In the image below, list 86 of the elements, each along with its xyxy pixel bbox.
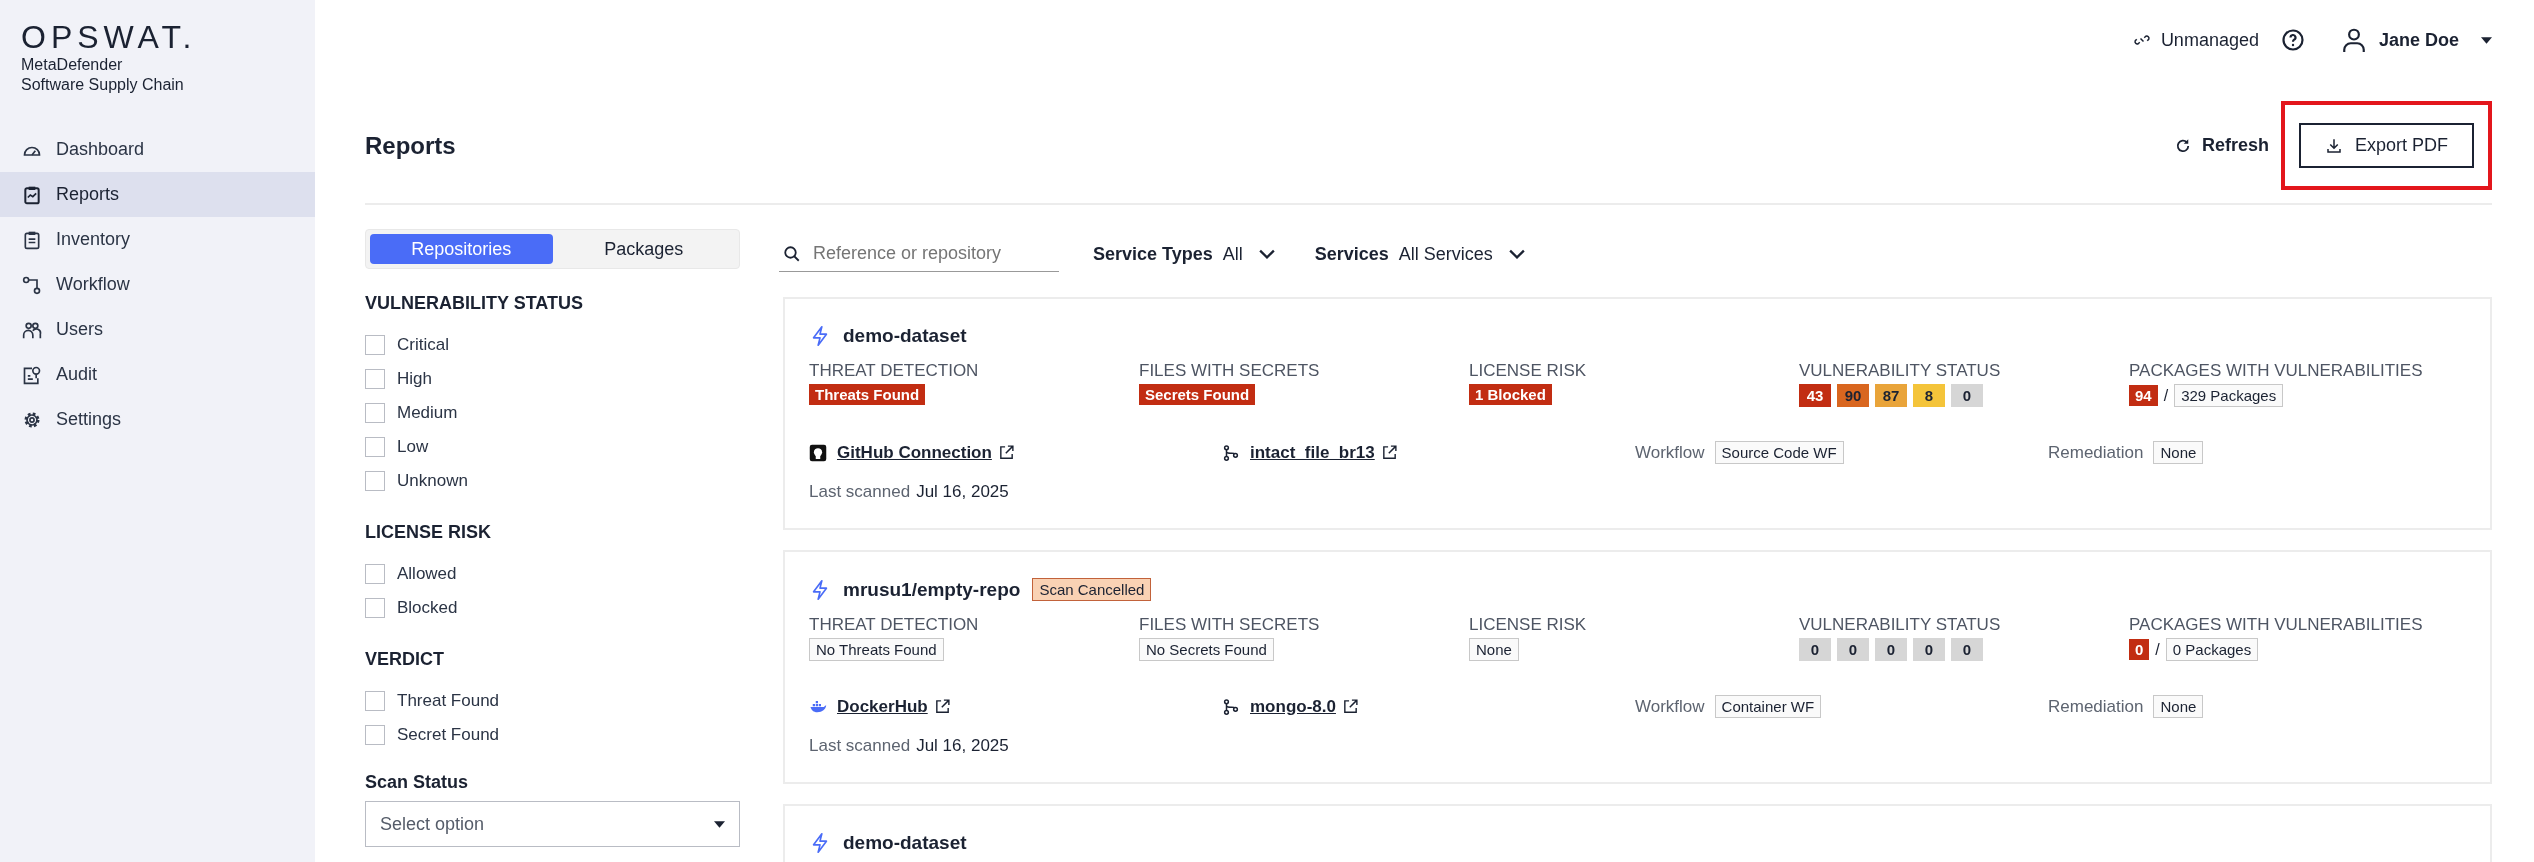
status-tag: 1 Blocked — [1469, 384, 1552, 405]
checkbox-label: High — [397, 369, 432, 389]
vulnerability-count: 0 — [1799, 638, 1831, 661]
vulnerability-count: 0 — [1837, 638, 1869, 661]
logo: OPSWAT. — [21, 20, 198, 56]
checkbox-label: Secret Found — [397, 725, 500, 745]
refresh-button[interactable]: Refresh — [2165, 135, 2277, 156]
vulnerability-count: 0 — [1951, 638, 1983, 661]
service-types-dropdown[interactable]: Service Types All — [1093, 243, 1285, 265]
status-tag: No Secrets Found — [1139, 638, 1274, 661]
sidebar-item[interactable]: Reports — [0, 172, 315, 218]
checkbox-label: Medium — [397, 403, 458, 423]
sidebar-item[interactable]: Dashboard — [0, 127, 315, 173]
repository-name: mrusu1/empty-repo — [843, 578, 1021, 601]
scan-status-select[interactable]: Select option — [365, 801, 740, 847]
source-link[interactable]: GitHub Connection — [837, 442, 992, 463]
field-label: FILES WITH SECRETS — [1139, 615, 1321, 635]
last-scanned-date: Jul 16, 2025 — [916, 482, 1009, 502]
filter-heading: VULNERABILITY STATUS — [365, 293, 584, 314]
sidebar-item[interactable]: Users — [0, 307, 315, 353]
repository-name: demo-dataset — [843, 832, 967, 854]
sidebar-item[interactable]: Settings — [0, 397, 315, 443]
status-tag: None — [1469, 638, 1519, 661]
vulnerability-count: 8 — [1913, 384, 1945, 407]
status-tag: Threats Found — [809, 384, 926, 405]
last-scanned-label: Last scanned — [809, 482, 911, 502]
last-scanned-label: Last scanned — [809, 736, 911, 756]
vulnerability-count: 43 — [1799, 384, 1831, 407]
checkbox-label: Low — [397, 437, 429, 457]
scan-status-tag: Scan Cancelled — [1032, 578, 1152, 601]
filter-heading: VERDICT — [365, 649, 445, 670]
remediation-label: Remediation — [2048, 696, 2144, 717]
separator: / — [2163, 386, 2169, 405]
checkbox-label: Threat Found — [397, 691, 500, 711]
field-label: PACKAGES WITH VULNERABILITIES — [2129, 615, 2424, 635]
field-label: THREAT DETECTION — [809, 361, 980, 381]
page-title: Reports — [365, 131, 456, 160]
separator: / — [2155, 640, 2160, 659]
last-scanned-date: Jul 16, 2025 — [916, 736, 1009, 756]
filter-heading: Scan Status — [365, 772, 470, 793]
checkbox-label: Unknown — [397, 471, 468, 491]
vulnerable-package-count: 0 — [2129, 639, 2150, 660]
source-link[interactable]: DockerHub — [837, 696, 928, 717]
remediation-tag: None — [2153, 695, 2204, 718]
vulnerability-count: 90 — [1837, 384, 1869, 407]
field-label: FILES WITH SECRETS — [1139, 361, 1321, 381]
checkbox-label: Allowed — [397, 564, 457, 584]
user-menu[interactable]: Jane Doe — [2340, 27, 2492, 53]
vulnerability-count: 87 — [1875, 384, 1907, 407]
product-name: MetaDefender — [21, 55, 124, 76]
workflow-label: Workflow — [1635, 442, 1705, 463]
sidebar-item[interactable]: Workflow — [0, 262, 315, 308]
unmanaged-link[interactable]: Unmanaged — [2132, 29, 2259, 51]
sidebar-item[interactable]: Inventory — [0, 217, 315, 263]
remediation-tag: None — [2153, 441, 2204, 464]
vulnerability-count: 0 — [1913, 638, 1945, 661]
field-label: THREAT DETECTION — [809, 615, 980, 635]
search-field[interactable]: Reference or repository — [779, 236, 1059, 272]
remediation-label: Remediation — [2048, 442, 2144, 463]
vulnerability-count: 0 — [1875, 638, 1907, 661]
view-tab[interactable]: Repositories — [370, 234, 553, 264]
status-tag: Secrets Found — [1139, 384, 1256, 405]
export-pdf-button[interactable]: Export PDF — [2298, 123, 2474, 168]
workflow-tag: Source Code WF — [1714, 441, 1844, 464]
package-total: 329 Packages — [2174, 384, 2284, 407]
vulnerable-package-count: 94 — [2129, 385, 2158, 406]
workflow-tag: Container WF — [1714, 695, 1822, 718]
services-dropdown[interactable]: Services All Services — [1314, 243, 1535, 265]
workflow-label: Workflow — [1635, 696, 1705, 717]
package-total: 0 Packages — [2165, 638, 2259, 661]
field-label: LICENSE RISK — [1469, 615, 1588, 635]
field-label: VULNERABILITY STATUS — [1799, 361, 2002, 381]
sidebar-item[interactable]: Audit — [0, 352, 315, 398]
vulnerability-count: 0 — [1951, 384, 1983, 407]
view-tab[interactable]: Packages — [552, 234, 735, 264]
repository-name: demo-dataset — [843, 325, 967, 347]
branch-link[interactable]: mongo-8.0 — [1250, 696, 1336, 717]
field-label: LICENSE RISK — [1469, 361, 1588, 381]
field-label: VULNERABILITY STATUS — [1799, 615, 2002, 635]
product-subtitle: Software Supply Chain — [21, 75, 185, 96]
field-label: PACKAGES WITH VULNERABILITIES — [2129, 361, 2424, 381]
status-tag: No Threats Found — [809, 638, 944, 661]
checkbox-label: Blocked — [397, 598, 458, 618]
branch-link[interactable]: intact_file_br13 — [1250, 442, 1375, 463]
filter-heading: LICENSE RISK — [365, 522, 493, 543]
checkbox-label: Critical — [397, 335, 449, 355]
